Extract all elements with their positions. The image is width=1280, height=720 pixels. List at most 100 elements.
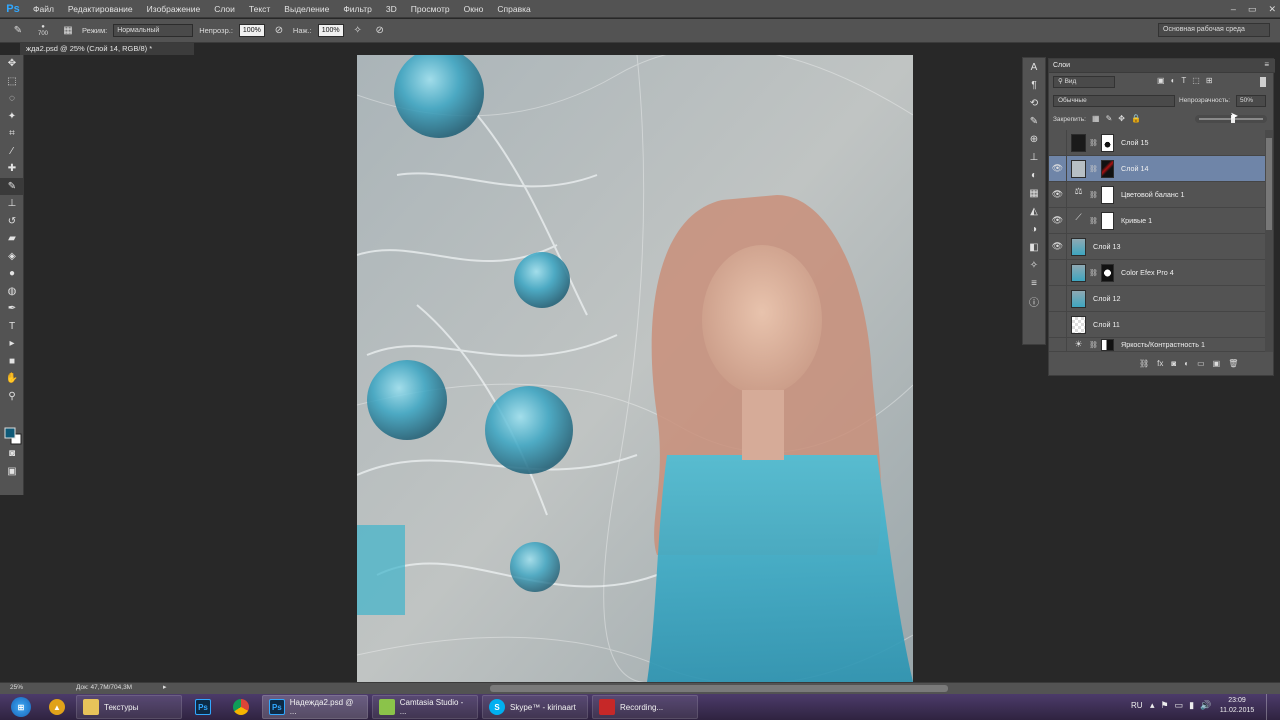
history-brush-icon[interactable]: ↺ (0, 213, 24, 231)
menu-layers[interactable]: Слои (207, 0, 242, 18)
adjustments-icon[interactable]: ◑ (1023, 220, 1045, 238)
hand-tool-icon[interactable]: ✋ (0, 370, 24, 388)
lock-position-icon[interactable]: ✥ (1118, 114, 1125, 123)
new-layer-icon[interactable]: ▣ (1213, 359, 1221, 368)
layer-row[interactable]: 👁 Слой 13 (1049, 233, 1265, 260)
info-icon[interactable]: ⓘ (1023, 292, 1045, 310)
menu-3d[interactable]: 3D (379, 0, 404, 18)
brush-tool-icon[interactable]: ✎ (10, 24, 26, 38)
eraser-tool-icon[interactable]: ▰ (0, 230, 24, 248)
blend-mode-select[interactable]: Обычные (1053, 95, 1175, 107)
lock-transparent-icon[interactable]: ▦ (1092, 114, 1100, 123)
taskbar-app-recording[interactable]: Recording... (592, 695, 698, 719)
taskbar-pinned-chrome[interactable] (224, 695, 258, 719)
menu-filter[interactable]: Фильтр (336, 0, 379, 18)
zoom-tool-icon[interactable]: ⚲ (0, 388, 24, 406)
layer-row[interactable]: ⛓ Слой 15 (1049, 129, 1265, 156)
filter-adjust-icon[interactable]: ◐ (1171, 76, 1176, 85)
visibility-icon[interactable]: 👁 (1049, 207, 1067, 234)
tool-presets-icon[interactable]: ✎ (1023, 112, 1045, 130)
channels-icon[interactable]: ≡ (1023, 274, 1045, 292)
filter-type-icon[interactable]: T (1181, 76, 1186, 85)
dodge-tool-icon[interactable]: ◍ (0, 283, 24, 301)
document-canvas[interactable] (357, 55, 913, 682)
horizontal-scrollbar[interactable] (490, 685, 948, 692)
clock[interactable]: 23:09 11.02.2015 (1218, 696, 1256, 716)
opacity-input[interactable]: 100% (238, 24, 265, 37)
visibility-off-icon[interactable] (1049, 129, 1067, 156)
filter-shape-icon[interactable]: ⬚ (1192, 76, 1200, 85)
filter-toggle[interactable] (1260, 77, 1266, 87)
history-icon[interactable]: ⟲ (1023, 94, 1045, 112)
taskbar-app-camtasia[interactable]: Camtasia Studio - ... (372, 695, 478, 719)
screen-mode-icon[interactable]: ▣ (0, 463, 24, 481)
delete-layer-icon[interactable]: 🗑 (1228, 359, 1238, 368)
quick-select-tool-icon[interactable]: ✦ (0, 108, 24, 126)
layer-row[interactable]: Слой 11 (1049, 311, 1265, 338)
layers-scrollbar[interactable] (1265, 130, 1273, 352)
airbrush-icon[interactable]: ✧ (350, 24, 366, 38)
layers-tab[interactable]: Слои (1053, 62, 1070, 69)
stamp-tool-icon[interactable]: ⊥ (0, 195, 24, 213)
character-icon[interactable]: A (1023, 58, 1045, 76)
language-indicator[interactable]: RU (1131, 701, 1143, 710)
healing-tool-icon[interactable]: ✚ (0, 160, 24, 178)
filter-pixel-icon[interactable]: ▣ (1157, 76, 1165, 85)
menu-help[interactable]: Справка (490, 0, 537, 18)
visibility-icon[interactable]: 👁 (1049, 181, 1067, 208)
bucket-tool-icon[interactable]: ◈ (0, 248, 24, 266)
workspace-select[interactable]: Основная рабочая среда (1158, 23, 1270, 37)
filter-smart-icon[interactable]: ⊞ (1206, 76, 1213, 85)
blur-tool-icon[interactable]: ● (0, 265, 24, 283)
lock-paint-icon[interactable]: ✎ (1106, 114, 1113, 123)
minimize-button[interactable]: – (1231, 4, 1236, 14)
opacity-input[interactable]: 50% (1236, 95, 1266, 107)
network-icon[interactable]: ▮ (1189, 700, 1194, 711)
restore-button[interactable]: ▭ (1248, 4, 1257, 15)
crop-tool-icon[interactable]: ⌗ (0, 125, 24, 143)
color-icon[interactable]: ◐ (1023, 166, 1045, 184)
color-swatches[interactable] (4, 427, 22, 445)
eyedropper-tool-icon[interactable]: ⁄ (0, 143, 24, 161)
pen-tool-icon[interactable]: ✒ (0, 300, 24, 318)
taskbar-app-photoshop[interactable]: Ps Надежда2.psd @ ... (262, 695, 368, 719)
panel-menu-icon[interactable]: ≡ (1264, 60, 1269, 69)
link-layers-icon[interactable]: ⛓ (1139, 359, 1149, 368)
visibility-icon[interactable]: 👁 (1049, 233, 1067, 260)
visibility-off-icon[interactable] (1049, 259, 1067, 286)
swatches-icon[interactable]: ▦ (1023, 184, 1045, 202)
layer-row[interactable]: Слой 12 (1049, 285, 1265, 312)
masks-icon[interactable]: ◧ (1023, 238, 1045, 256)
shape-tool-icon[interactable]: ■ (0, 353, 24, 371)
menu-edit[interactable]: Редактирование (61, 0, 140, 18)
brush-preset-picker[interactable]: ● 700 (32, 24, 54, 38)
new-group-icon[interactable]: ▭ (1197, 359, 1205, 368)
flow-input[interactable]: 100% (317, 24, 344, 37)
menu-text[interactable]: Текст (242, 0, 277, 18)
new-adjustment-icon[interactable]: ◐ (1184, 359, 1189, 368)
marquee-tool-icon[interactable]: ⬚ (0, 73, 24, 91)
start-button[interactable]: ⊞ (4, 695, 38, 719)
menu-file[interactable]: Файл (26, 0, 61, 18)
layers-scrollbar-thumb[interactable] (1266, 138, 1272, 230)
path-select-tool-icon[interactable]: ▸ (0, 335, 24, 353)
visibility-icon[interactable]: 👁 (1049, 155, 1067, 182)
layer-row[interactable]: 👁 ⚖ ⛓ Цветовой баланс 1 (1049, 181, 1265, 208)
taskbar-pinned-photoshop[interactable]: Ps (186, 695, 220, 719)
show-desktop-button[interactable] (1266, 694, 1280, 720)
menu-image[interactable]: Изображение (140, 0, 208, 18)
action-center-icon[interactable]: ⚑ (1161, 700, 1169, 711)
menu-view[interactable]: Просмотр (404, 0, 457, 18)
quick-mask-icon[interactable]: ◙ (0, 445, 24, 463)
layer-row[interactable]: ☀ ⛓ Яркость/Контрастность 1 (1049, 338, 1265, 352)
document-tab[interactable]: жда2.psd @ 25% (Слой 14, RGB/8) * (20, 43, 194, 55)
status-arrow-icon[interactable]: ▸ (163, 683, 167, 691)
brush-panel-icon[interactable]: ▦ (60, 24, 76, 38)
paragraph-icon[interactable]: ¶ (1023, 76, 1045, 94)
layer-filter-select[interactable]: Вид (1065, 78, 1077, 85)
foreground-color-swatch[interactable] (4, 427, 16, 439)
taskbar-app-folder[interactable]: Текстуры (76, 695, 182, 719)
menu-window[interactable]: Окно (457, 0, 491, 18)
brush-presets-icon[interactable]: ⊕ (1023, 130, 1045, 148)
layer-row[interactable]: ⛓ Color Efex Pro 4 (1049, 259, 1265, 286)
